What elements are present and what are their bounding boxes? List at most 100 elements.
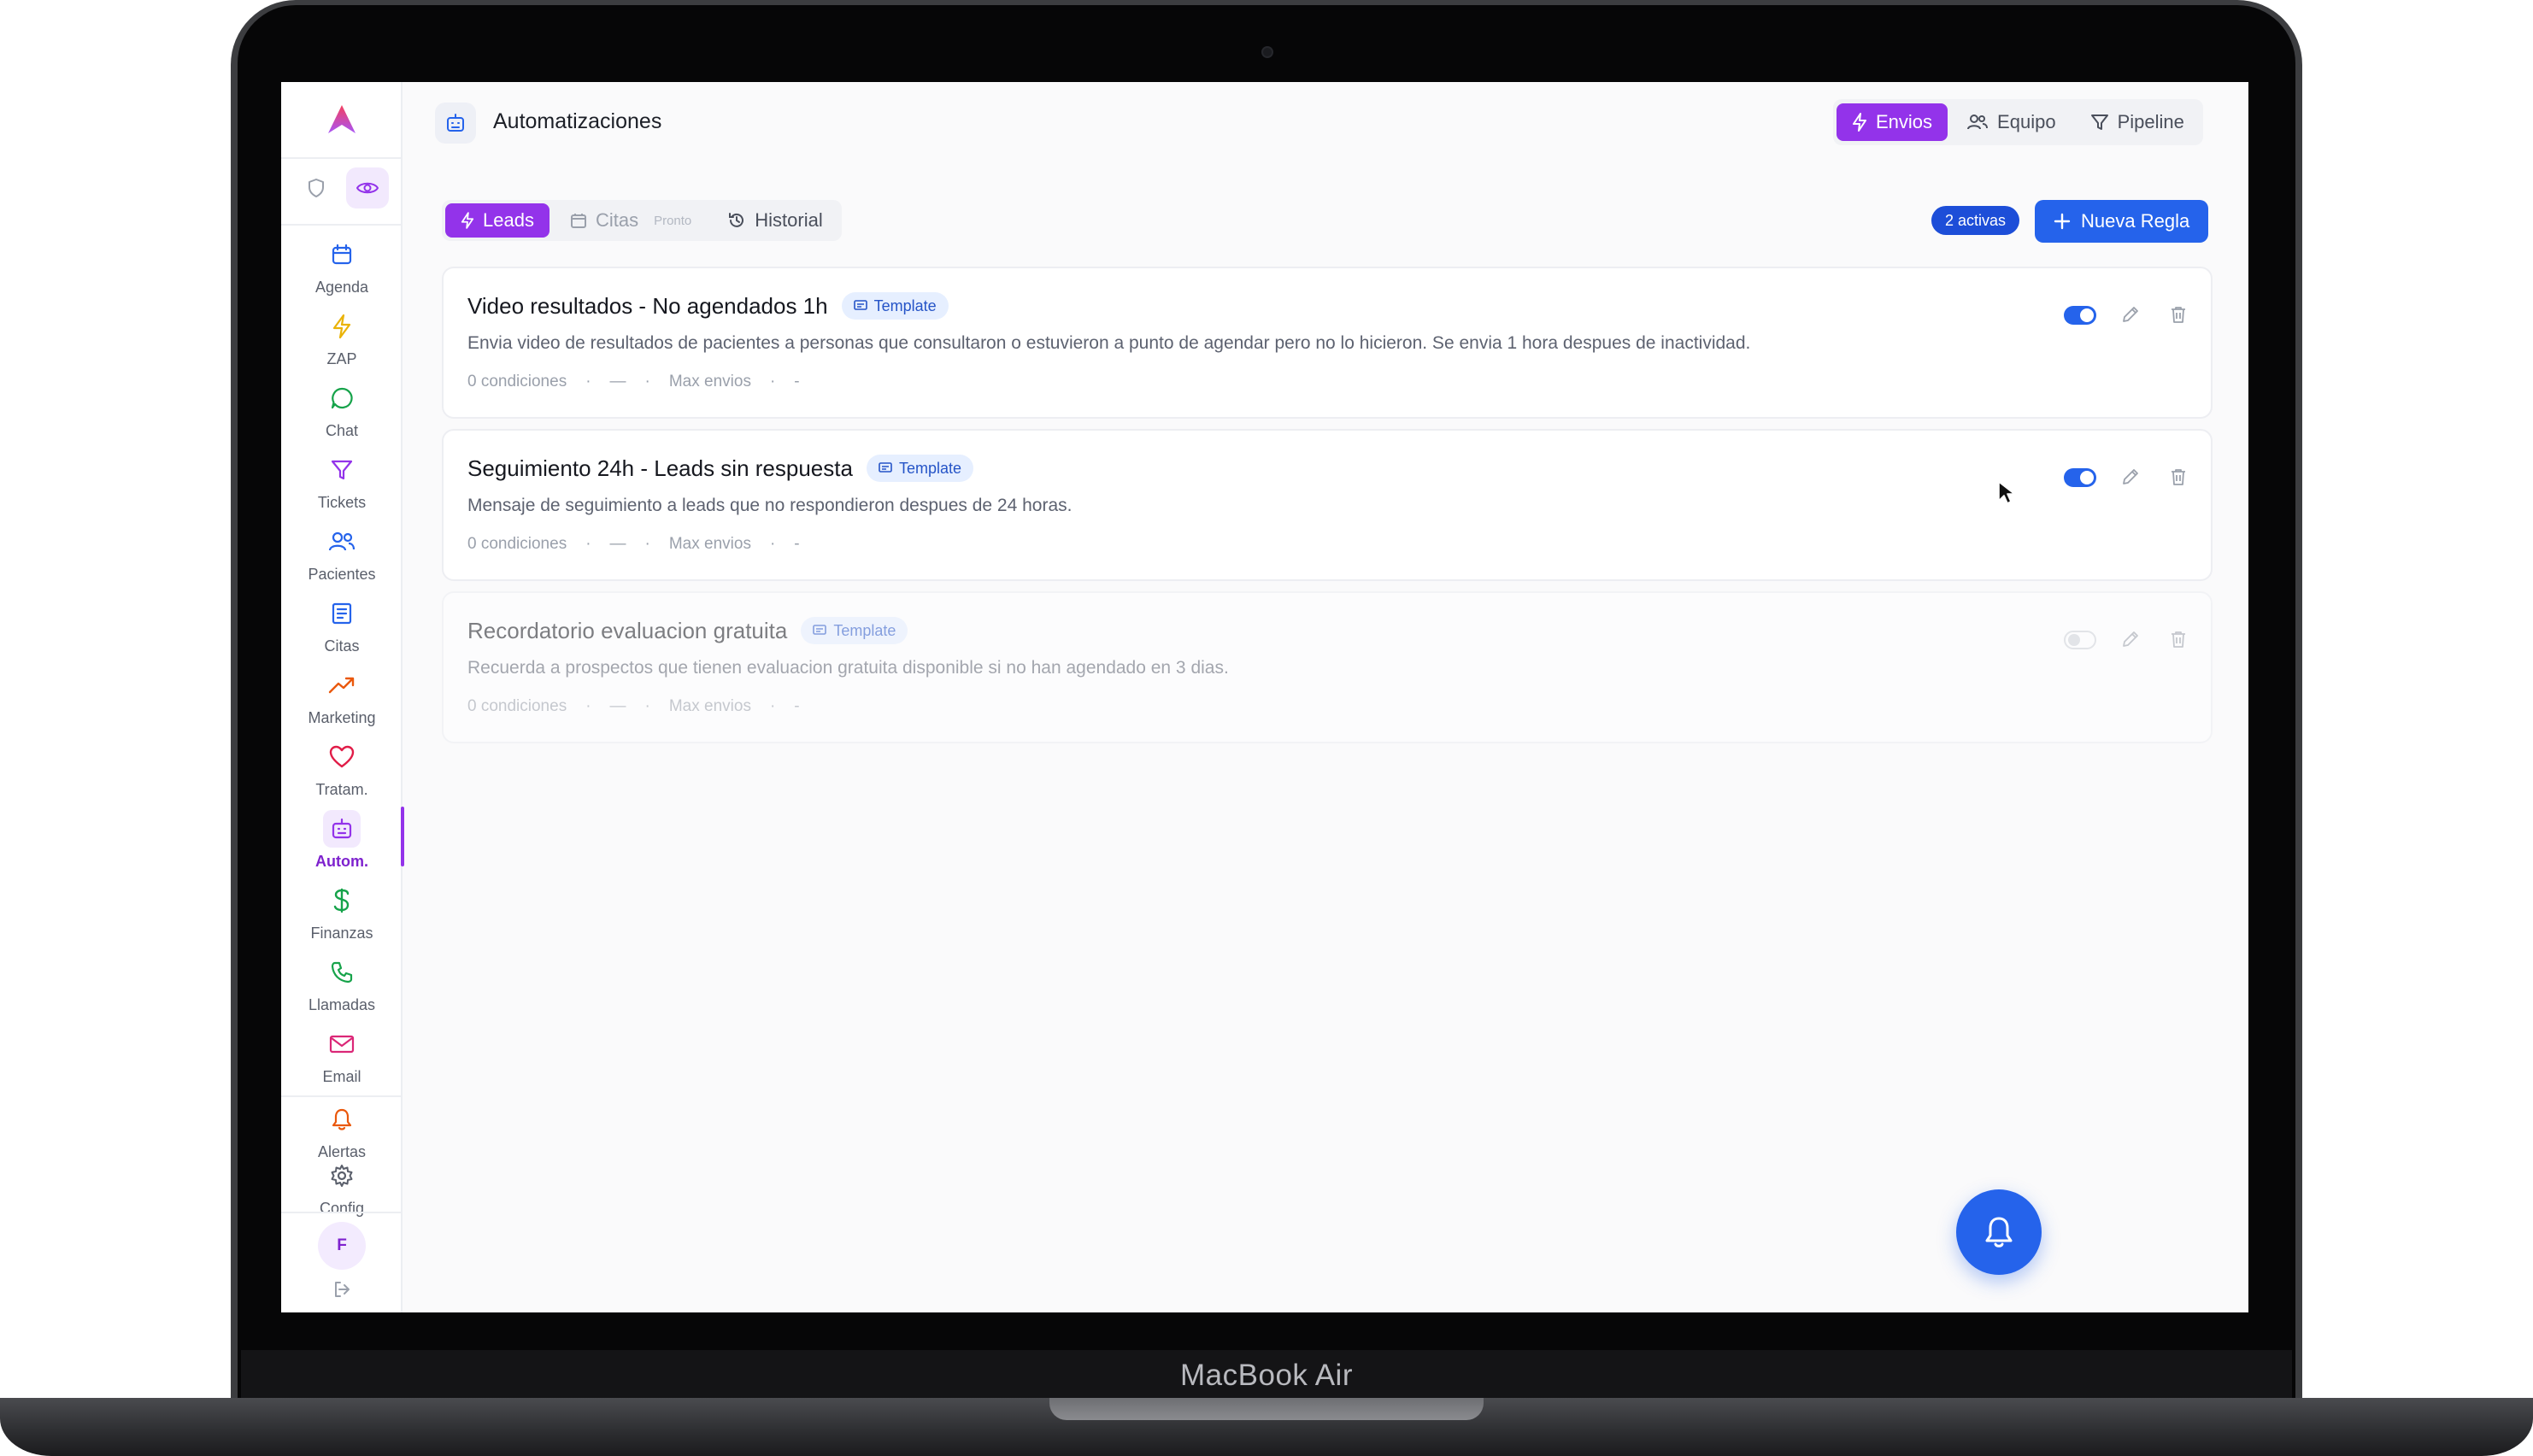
- sidebar-item-label: Tratam.: [315, 781, 368, 798]
- shield-button[interactable]: [295, 167, 338, 208]
- filter-icon: [323, 451, 361, 489]
- calendar-icon: [323, 236, 361, 273]
- template-badge: Template: [801, 617, 908, 644]
- sidebar-item-label: Pacientes: [308, 566, 376, 583]
- rule-max-value: -: [794, 373, 800, 390]
- rule-max-value: -: [794, 535, 800, 553]
- template-badge-label: Template: [898, 459, 961, 477]
- top-nav-label: Envios: [1876, 111, 1933, 132]
- sidebar-divider: [281, 224, 403, 226]
- zap-icon: [323, 308, 361, 345]
- new-rule-button[interactable]: Nueva Regla: [2035, 200, 2209, 243]
- rule-toggle[interactable]: [2064, 631, 2096, 649]
- rule-card[interactable]: Video resultados - No agendados 1h Templ…: [442, 267, 2213, 419]
- eye-icon: [356, 182, 379, 194]
- sidebar-item-zap[interactable]: ZAP: [281, 308, 403, 374]
- view-mode-button[interactable]: [346, 167, 389, 208]
- meta-separator: ·: [585, 697, 591, 715]
- rule-card[interactable]: Recordatorio evaluacion gratuita Templat…: [442, 591, 2213, 743]
- app-screen: Agenda ZAP Chat Tickets Pacientes Citas Market…: [281, 82, 2248, 1312]
- shield-icon: [309, 179, 324, 197]
- rule-max-label: Max envios: [668, 535, 751, 553]
- rule-meta: 0 condiciones · — · Max envios · -: [467, 697, 800, 716]
- tab-leads[interactable]: Leads: [445, 203, 550, 238]
- trash-icon: [2172, 469, 2185, 485]
- meta-separator: ·: [644, 535, 650, 553]
- rule-meta: 0 condiciones · — · Max envios · -: [467, 373, 800, 391]
- rule-conditions: 0 condiciones: [467, 697, 567, 715]
- sidebar-item-tickets[interactable]: Tickets: [281, 451, 403, 518]
- phone-icon: [323, 954, 361, 991]
- rule-title-row: Video resultados - No agendados 1h Templ…: [467, 292, 949, 320]
- meta-separator: ·: [769, 697, 776, 715]
- sidebar-item-tratam[interactable]: Tratam.: [281, 738, 403, 805]
- edit-button[interactable]: [2119, 302, 2142, 326]
- tab-label: Historial: [755, 209, 823, 231]
- list-icon: [323, 595, 361, 632]
- delete-button[interactable]: [2166, 302, 2190, 326]
- sidebar-item-llamadas[interactable]: Llamadas: [281, 954, 403, 1020]
- sidebar-item-finanzas[interactable]: Finanzas: [281, 882, 403, 948]
- rule-toggle[interactable]: [2064, 468, 2096, 487]
- page-icon: [435, 103, 476, 144]
- sidebar-item-label: Marketing: [308, 709, 376, 726]
- meta-separator: ·: [644, 373, 650, 390]
- message-icon: [879, 462, 892, 473]
- tab-citas[interactable]: Citas Pronto: [555, 203, 707, 238]
- rule-conditions: 0 condiciones: [467, 535, 567, 553]
- rule-toggle[interactable]: [2064, 306, 2096, 325]
- sidebar-item-citas[interactable]: Citas: [281, 595, 403, 661]
- top-nav-equipo[interactable]: Equipo: [1951, 103, 2072, 141]
- rule-title: Seguimiento 24h - Leads sin respuesta: [467, 455, 853, 481]
- sidebar-item-marketing[interactable]: Marketing: [281, 666, 403, 733]
- sidebar-item-label: Chat: [325, 422, 359, 439]
- sidebar-item-pacientes[interactable]: Pacientes: [281, 523, 403, 590]
- tab-historial[interactable]: Historial: [712, 203, 837, 238]
- avatar[interactable]: F: [318, 1222, 366, 1270]
- dollar-icon: [323, 882, 361, 919]
- sidebar-item-email[interactable]: Email: [281, 1025, 403, 1092]
- top-nav-label: Pipeline: [2117, 111, 2184, 132]
- pencil-icon: [2123, 631, 2138, 647]
- bell-icon: [1985, 1217, 2013, 1248]
- rule-title: Recordatorio evaluacion gratuita: [467, 617, 788, 643]
- rule-trigger: —: [609, 373, 626, 390]
- device-label: MacBook Air: [1180, 1359, 1353, 1392]
- template-badge-label: Template: [833, 621, 896, 639]
- history-icon: [729, 213, 744, 227]
- new-rule-label: Nueva Regla: [2081, 210, 2190, 232]
- sidebar-item-label: Llamadas: [308, 996, 376, 1013]
- logout-button[interactable]: [331, 1278, 353, 1300]
- top-nav-pipeline[interactable]: Pipeline: [2075, 103, 2200, 141]
- sidebar-item-chat[interactable]: Chat: [281, 379, 403, 446]
- sidebar-item-config[interactable]: Config: [281, 1157, 403, 1224]
- trash-icon: [2172, 631, 2185, 648]
- rule-card[interactable]: Seguimiento 24h - Leads sin respuesta Te…: [442, 429, 2213, 581]
- sidebar-item-autom[interactable]: Autom.: [281, 807, 404, 877]
- rule-conditions: 0 condiciones: [467, 373, 567, 390]
- mail-icon: [323, 1025, 361, 1063]
- rule-description: Recuerda a prospectos que tienen evaluac…: [467, 658, 1229, 678]
- notifications-fab[interactable]: [1956, 1189, 2042, 1275]
- template-badge-label: Template: [873, 296, 937, 314]
- camera-icon: [1261, 46, 1273, 58]
- sidebar-item-agenda[interactable]: Agenda: [281, 236, 403, 302]
- calendar-icon: [570, 214, 586, 228]
- mouse-cursor-icon: [1998, 481, 2015, 504]
- rule-max-value: -: [794, 697, 800, 715]
- edit-button[interactable]: [2119, 627, 2142, 651]
- active-indicator: [401, 807, 404, 866]
- top-nav-label: Equipo: [1997, 111, 2056, 132]
- edit-button[interactable]: [2119, 465, 2142, 489]
- zap-icon: [1853, 113, 1866, 132]
- delete-button[interactable]: [2166, 627, 2190, 651]
- sidebar-item-label: Citas: [324, 637, 360, 655]
- users-icon: [323, 523, 361, 561]
- top-nav-envios[interactable]: Envios: [1837, 103, 1948, 141]
- heart-icon: [323, 738, 361, 776]
- sidebar-item-label: Agenda: [314, 279, 369, 296]
- delete-button[interactable]: [2166, 465, 2190, 489]
- rule-meta: 0 condiciones · — · Max envios · -: [467, 535, 800, 554]
- sidebar-divider: [281, 1095, 403, 1097]
- sidebar-item-label: ZAP: [326, 350, 357, 367]
